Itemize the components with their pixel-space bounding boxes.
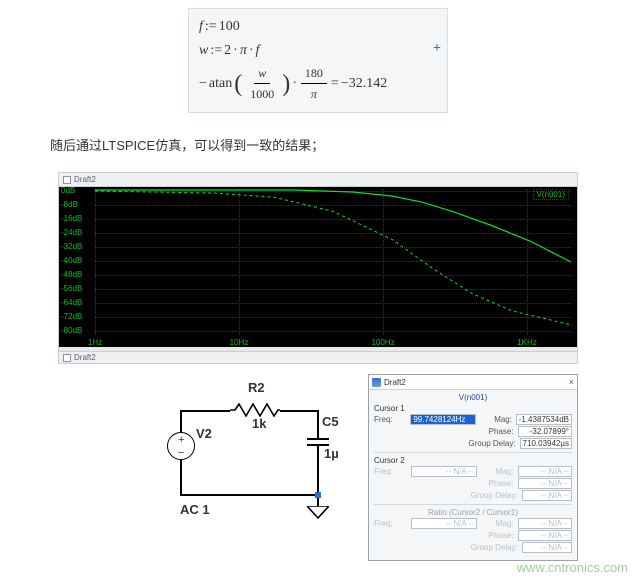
plot-window-icon	[63, 176, 71, 184]
ground-symbol	[307, 506, 329, 520]
node-marker	[315, 492, 321, 498]
ratio-mag-field: -- N/A --	[518, 518, 572, 529]
ratio-gdelay-field: -- N/A --	[522, 542, 572, 553]
plot-x-tick: 1Hz	[88, 338, 102, 347]
cursor2-header: Cursor 2	[374, 456, 572, 465]
cursor-net-name: V(n001)	[374, 393, 572, 402]
math-line-1: f := 100	[199, 15, 437, 39]
math-cursor-marker: +	[433, 37, 441, 61]
cursor-label-gdelay: Group Delay:	[467, 439, 520, 448]
plot-y-axis: 0dB -8dB -16dB -24dB -32dB -40dB -48dB -…	[59, 187, 95, 347]
math-line-3: − atan ( w 1000 ) · 180 π = −32.142	[199, 63, 437, 105]
plot-x-tick: 1KHz	[517, 338, 537, 347]
ac-directive: AC 1	[180, 502, 210, 517]
body-paragraph: 随后通过LTSPICE仿真，可以得到一致的结果；	[50, 135, 586, 154]
close-icon[interactable]: ×	[569, 377, 574, 387]
plot-x-tick: 100Hz	[371, 338, 394, 347]
cursor1-gdelay-field[interactable]: 710.03942µs	[520, 438, 572, 449]
plot-window-title: Draft2	[74, 175, 96, 184]
schematic-window-icon	[63, 354, 71, 362]
ratio-freq-field: -- N/A --	[411, 518, 477, 529]
vsource-name: V2	[196, 426, 212, 441]
cursor-titlebar[interactable]: Draft2 ×	[369, 375, 577, 390]
capacitor-name: C5	[322, 414, 339, 429]
cursor-label-mag: Mag:	[476, 415, 516, 424]
vsource-minus: −	[178, 448, 184, 458]
capacitor-value: 1µ	[324, 446, 339, 461]
schematic-window-title: Draft2	[74, 353, 96, 362]
schematic-canvas[interactable]: R2 1k C5 1µ V2	[140, 374, 350, 544]
ratio-phase-field: -- N/A --	[518, 530, 572, 541]
resistor-name: R2	[248, 380, 265, 395]
resistor-symbol	[230, 403, 280, 417]
cursor1-phase-field[interactable]: -32.07899°	[518, 426, 572, 437]
cursor-window-title: Draft2	[384, 378, 566, 387]
cursor2-mag-field[interactable]: -- N/A --	[518, 466, 572, 477]
math-line-2: w := 2· π· f	[199, 39, 437, 63]
vsource-plus: +	[178, 435, 184, 445]
cursor-window-icon	[372, 378, 381, 387]
cursor1-header: Cursor 1	[374, 404, 572, 413]
plot-x-tick: 10Hz	[230, 338, 249, 347]
plot-traces	[95, 189, 571, 335]
cursor2-gdelay-field[interactable]: -- N/A --	[522, 490, 572, 501]
cursor2-freq-field[interactable]: -- N/A --	[411, 466, 477, 477]
cursor1-freq-field[interactable]: 99.7428124Hz	[410, 414, 475, 425]
watermark: www.cntronics.com	[517, 560, 628, 575]
cursor-ratio-header: Ratio (Cursor2 / Cursor1)	[374, 508, 572, 517]
cursor-label-freq: Freq:	[374, 415, 410, 424]
bode-plot-window: Draft2 V(n001) 0dB -8dB -16dB -24dB -32d…	[58, 172, 578, 352]
cursor1-mag-field[interactable]: -1.4387534dB	[516, 414, 572, 425]
plot-titlebar[interactable]: Draft2	[59, 173, 577, 187]
plot-canvas[interactable]: V(n001) 0dB -8dB -16dB -24dB -32dB -40dB…	[59, 187, 577, 347]
math-block: + f := 100 w := 2· π· f − atan ( w 1000 …	[188, 8, 448, 113]
cursor-label-phase: Phase:	[477, 427, 518, 436]
cursor2-phase-field[interactable]: -- N/A --	[518, 478, 572, 489]
resistor-value: 1k	[252, 416, 266, 431]
cursor-window: Draft2 × V(n001) Cursor 1 Freq: 99.74281…	[368, 374, 578, 561]
schematic-window-titlebar[interactable]: Draft2	[58, 352, 578, 364]
